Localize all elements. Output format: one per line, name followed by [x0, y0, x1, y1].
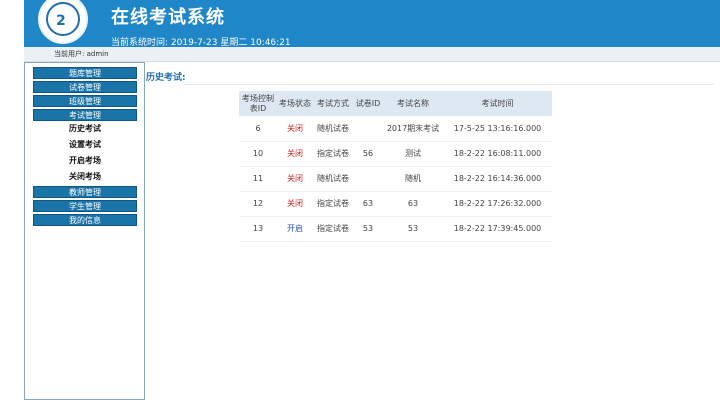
- school-logo-icon: 2: [38, 0, 88, 44]
- sidebar-subitem-history[interactable]: 历史考试: [33, 122, 137, 136]
- column-header: 考试名称: [383, 91, 443, 116]
- sidebar-subitem-setup[interactable]: 设置考试: [33, 138, 137, 152]
- app-title: 在线考试系统: [111, 7, 225, 28]
- sidebar-subitem-open-room[interactable]: 开启考场: [33, 154, 137, 168]
- cell-id: 13: [239, 216, 277, 242]
- cell-exam-name: 2017期末考试: [383, 116, 443, 142]
- section-divider: [184, 84, 714, 85]
- sidebar-item-classes[interactable]: 班级管理: [33, 95, 137, 107]
- cell-exam-name: 53: [383, 216, 443, 242]
- cell-status: 关闭: [277, 191, 313, 217]
- sidebar-item-students[interactable]: 学生管理: [33, 200, 137, 212]
- table-row: 12 关闭 指定试卷 63 63 18-2-22 17:26:32.000: [239, 191, 552, 217]
- cell-id: 6: [239, 116, 277, 142]
- cell-exam-time: 18-2-22 17:39:45.000: [443, 216, 552, 242]
- sidebar-subitem-close-room[interactable]: 关闭考场: [33, 170, 137, 184]
- cell-paper-id: [353, 116, 383, 142]
- table-row: 10 关闭 指定试卷 56 测试 18-2-22 16:08:11.000: [239, 141, 552, 167]
- cell-paper-id: 63: [353, 191, 383, 217]
- column-header: 考场状态: [277, 91, 313, 116]
- cell-mode: 指定试卷: [313, 216, 353, 242]
- user-bar: 当前用户: admin: [24, 47, 720, 62]
- cell-status: 开启: [277, 216, 313, 242]
- cell-paper-id: [353, 166, 383, 192]
- app-header: 2 在线考试系统 当前系统时间: 2019-7-23 星期二 10:46:21: [24, 0, 720, 48]
- current-user: 当前用户: admin: [54, 50, 109, 58]
- cell-mode: 指定试卷: [313, 141, 353, 167]
- column-header: 试卷ID: [353, 91, 383, 116]
- cell-id: 11: [239, 166, 277, 192]
- cell-id: 10: [239, 141, 277, 167]
- column-header: 考试方式: [313, 91, 353, 116]
- cell-exam-time: 17-5-25 13:16:16.000: [443, 116, 552, 142]
- table-row: 11 关闭 随机试卷 随机 18-2-22 16:14:36.000: [239, 166, 552, 192]
- cell-mode: 随机试卷: [313, 166, 353, 192]
- cell-exam-name: 测试: [383, 141, 443, 167]
- cell-exam-time: 18-2-22 16:08:11.000: [443, 141, 552, 167]
- sidebar-item-teachers[interactable]: 教师管理: [33, 186, 137, 198]
- sidebar-item-papers[interactable]: 试卷管理: [33, 81, 137, 93]
- table-header-row: 考场控制表ID 考场状态 考试方式 试卷ID 考试名称 考试时间: [239, 91, 552, 116]
- cell-status: 关闭: [277, 116, 313, 142]
- cell-exam-name: 63: [383, 191, 443, 217]
- cell-status: 关闭: [277, 166, 313, 192]
- cell-exam-time: 18-2-22 16:14:36.000: [443, 166, 552, 192]
- cell-status: 关闭: [277, 141, 313, 167]
- table-row: 6 关闭 随机试卷 2017期末考试 17-5-25 13:16:16.000: [239, 116, 552, 142]
- sidebar-item-question-bank[interactable]: 题库管理: [33, 67, 137, 79]
- cell-exam-time: 18-2-22 17:26:32.000: [443, 191, 552, 217]
- sidebar-item-my-info[interactable]: 我的信息: [33, 214, 137, 226]
- cell-mode: 指定试卷: [313, 191, 353, 217]
- sidebar-item-exams[interactable]: 考试管理: [33, 109, 137, 121]
- history-table: 考场控制表ID 考场状态 考试方式 试卷ID 考试名称 考试时间 6 关闭 随机…: [239, 91, 552, 242]
- sidebar: 题库管理 试卷管理 班级管理 考试管理 历史考试 设置考试 开启考场 关闭考场 …: [24, 62, 145, 400]
- cell-paper-id: 56: [353, 141, 383, 167]
- table-row: 13 开启 指定试卷 53 53 18-2-22 17:39:45.000: [239, 216, 552, 242]
- cell-mode: 随机试卷: [313, 116, 353, 142]
- section-title: 历史考试:: [146, 73, 186, 83]
- cell-exam-name: 随机: [383, 166, 443, 192]
- column-header: 考试时间: [443, 91, 552, 116]
- cell-id: 12: [239, 191, 277, 217]
- column-header: 考场控制表ID: [239, 91, 277, 116]
- cell-paper-id: 53: [353, 216, 383, 242]
